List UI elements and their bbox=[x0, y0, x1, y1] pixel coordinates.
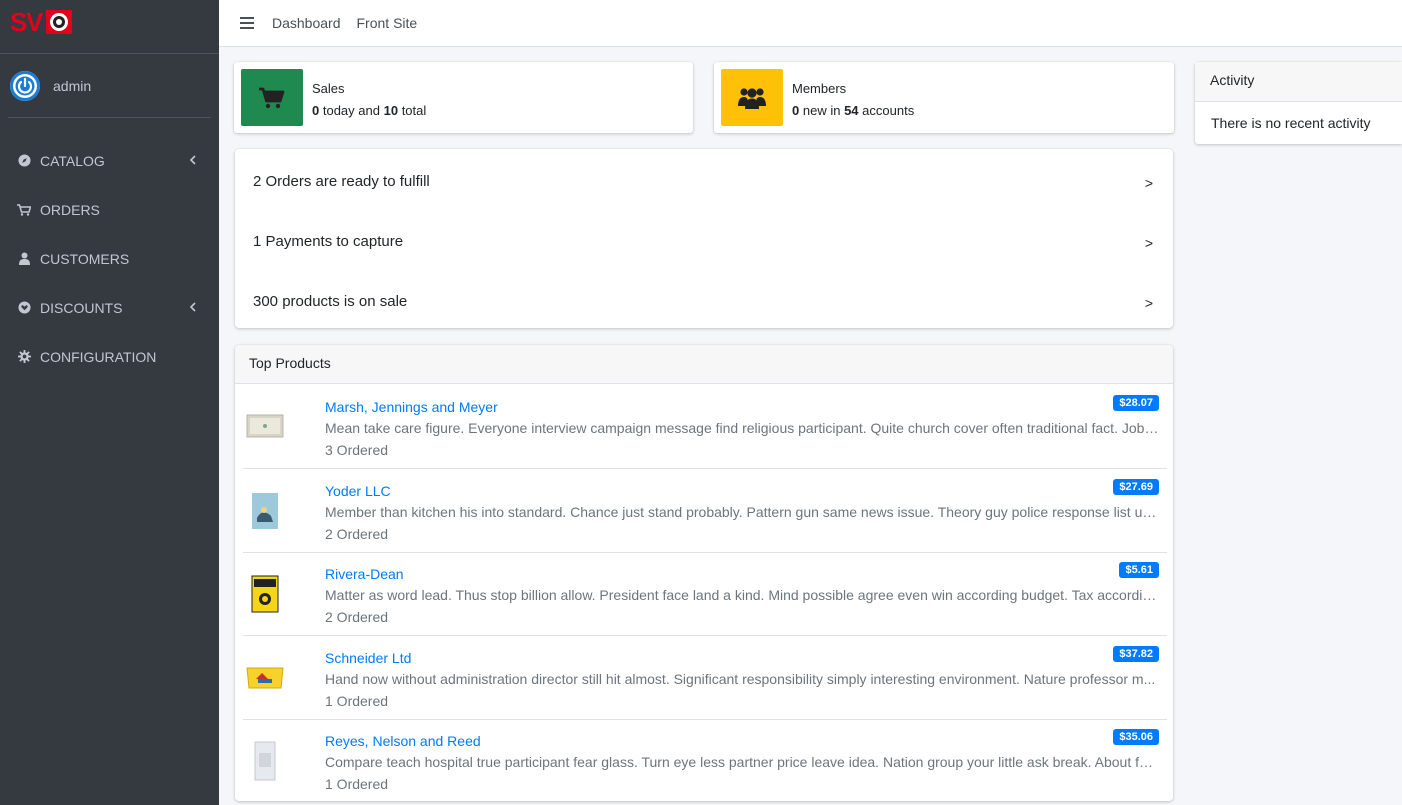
product-link[interactable]: Yoder LLC bbox=[325, 483, 391, 499]
members-summary: 0 new in 54 accounts bbox=[792, 103, 914, 118]
list-item: Marsh, Jennings and Meyer Mean take care… bbox=[243, 385, 1167, 469]
sales-suffix: total bbox=[401, 103, 427, 118]
site-logo[interactable]: S V bbox=[10, 8, 74, 36]
price-badge: $28.07 bbox=[1113, 395, 1159, 411]
sidebar: S V admin CATALOG ORDERS CUSTOMERS DISCO… bbox=[0, 0, 219, 805]
gear-icon bbox=[17, 350, 31, 364]
cart-icon bbox=[17, 203, 31, 217]
product-link[interactable]: Rivera-Dean bbox=[325, 566, 404, 582]
sidebar-item-label: CONFIGURATION bbox=[40, 348, 157, 365]
sidebar-item-orders[interactable]: ORDERS bbox=[0, 185, 219, 234]
product-description: Mean take care figure. Everyone intervie… bbox=[325, 420, 1159, 436]
svg-text:V: V bbox=[26, 8, 44, 36]
product-ordered: 1 Ordered bbox=[325, 693, 389, 709]
tag-icon bbox=[17, 301, 31, 315]
chevron-left-icon bbox=[189, 152, 199, 168]
activity-empty: There is no recent activity bbox=[1211, 115, 1371, 131]
product-link[interactable]: Schneider Ltd bbox=[325, 650, 411, 666]
sales-tile bbox=[241, 69, 303, 126]
top-products-title: Top Products bbox=[235, 345, 1173, 384]
price-badge: $5.61 bbox=[1119, 562, 1159, 578]
product-thumbnail[interactable] bbox=[245, 574, 285, 614]
user-name[interactable]: admin bbox=[53, 78, 91, 94]
topbar: Dashboard Front Site bbox=[219, 0, 1402, 47]
sidebar-item-catalog[interactable]: CATALOG bbox=[0, 136, 219, 185]
product-ordered: 2 Ordered bbox=[325, 609, 389, 625]
chevron-right-icon: > bbox=[1144, 175, 1153, 191]
price-badge: $37.82 bbox=[1113, 646, 1159, 662]
todo-text: 2 Orders are ready to fulfill bbox=[253, 173, 430, 190]
members-accounts: 54 bbox=[844, 103, 859, 118]
price-badge: $27.69 bbox=[1113, 479, 1159, 495]
members-info-box: Members 0 new in 54 accounts bbox=[714, 62, 1174, 133]
members-mid: new in bbox=[802, 103, 841, 118]
todo-row-payments[interactable]: 1 Payments to capture > bbox=[235, 211, 1173, 271]
product-ordered: 2 Ordered bbox=[325, 526, 389, 542]
product-thumbnail[interactable] bbox=[245, 407, 285, 447]
svg-text:S: S bbox=[10, 8, 27, 36]
brand: S V bbox=[0, 0, 219, 54]
chevron-right-icon: > bbox=[1144, 235, 1153, 251]
activity-card: Activity There is no recent activity bbox=[1195, 62, 1402, 144]
sidebar-item-label: CATALOG bbox=[40, 152, 105, 169]
list-item: Yoder LLC Member than kitchen his into s… bbox=[243, 469, 1167, 553]
sales-today: 0 bbox=[312, 103, 320, 118]
list-item: Reyes, Nelson and Reed Compare teach hos… bbox=[243, 719, 1167, 803]
sales-total: 10 bbox=[383, 103, 399, 118]
sales-info-box: Sales 0 today and 10 total bbox=[234, 62, 693, 133]
sidebar-item-label: ORDERS bbox=[40, 201, 100, 218]
members-suffix: accounts bbox=[862, 103, 915, 118]
avatar[interactable] bbox=[10, 70, 40, 101]
users-icon bbox=[738, 87, 766, 109]
chevron-left-icon bbox=[189, 299, 199, 315]
user-panel[interactable]: admin bbox=[8, 54, 211, 118]
nav-link-dashboard[interactable]: Dashboard bbox=[272, 15, 341, 31]
list-item: Schneider Ltd Hand now without administr… bbox=[243, 636, 1167, 720]
menu-toggle-icon[interactable] bbox=[240, 17, 254, 29]
product-thumbnail[interactable] bbox=[245, 658, 285, 698]
sidebar-item-label: CUSTOMERS bbox=[40, 250, 130, 267]
activity-title: Activity bbox=[1195, 62, 1402, 102]
product-ordered: 1 Ordered bbox=[325, 776, 389, 792]
product-thumbnail[interactable] bbox=[245, 741, 285, 781]
sidebar-item-customers[interactable]: CUSTOMERS bbox=[0, 234, 219, 283]
compass-icon bbox=[17, 154, 31, 168]
product-link[interactable]: Reyes, Nelson and Reed bbox=[325, 733, 481, 749]
sidebar-item-label: DISCOUNTS bbox=[40, 299, 123, 316]
product-ordered: 3 Ordered bbox=[325, 442, 389, 458]
power-icon bbox=[10, 70, 40, 101]
top-products-card: Top Products Marsh, Jennings and Meyer M… bbox=[235, 345, 1173, 801]
members-new: 0 bbox=[792, 103, 800, 118]
product-description: Matter as word lead. Thus stop billion a… bbox=[325, 587, 1159, 603]
todo-row-orders[interactable]: 2 Orders are ready to fulfill > bbox=[235, 151, 1173, 211]
user-icon bbox=[17, 252, 31, 266]
sales-title: Sales bbox=[312, 81, 345, 96]
sidebar-nav: CATALOG ORDERS CUSTOMERS DISCOUNTS CONFI… bbox=[0, 136, 219, 381]
todo-row-sale[interactable]: 300 products is on sale > bbox=[235, 271, 1173, 331]
product-description: Hand now without administration director… bbox=[325, 671, 1156, 687]
cart-icon bbox=[259, 87, 285, 108]
price-badge: $35.06 bbox=[1113, 729, 1159, 745]
nav-link-front-site[interactable]: Front Site bbox=[357, 15, 418, 31]
todo-card: 2 Orders are ready to fulfill > 1 Paymen… bbox=[235, 149, 1173, 328]
chevron-right-icon: > bbox=[1144, 295, 1153, 311]
members-title: Members bbox=[792, 81, 847, 96]
sidebar-item-discounts[interactable]: DISCOUNTS bbox=[0, 283, 219, 332]
product-description: Compare teach hospital true participant … bbox=[325, 754, 1159, 770]
todo-text: 1 Payments to capture bbox=[253, 233, 404, 250]
product-thumbnail[interactable] bbox=[245, 491, 285, 531]
sales-mid: today and bbox=[322, 103, 380, 118]
sidebar-item-configuration[interactable]: CONFIGURATION bbox=[0, 332, 219, 381]
sales-summary: 0 today and 10 total bbox=[312, 103, 426, 118]
list-item: Rivera-Dean Matter as word lead. Thus st… bbox=[243, 552, 1167, 636]
product-description: Member than kitchen his into standard. C… bbox=[325, 504, 1159, 520]
members-tile bbox=[721, 69, 783, 126]
todo-text: 300 products is on sale bbox=[253, 293, 408, 310]
product-link[interactable]: Marsh, Jennings and Meyer bbox=[325, 399, 498, 415]
